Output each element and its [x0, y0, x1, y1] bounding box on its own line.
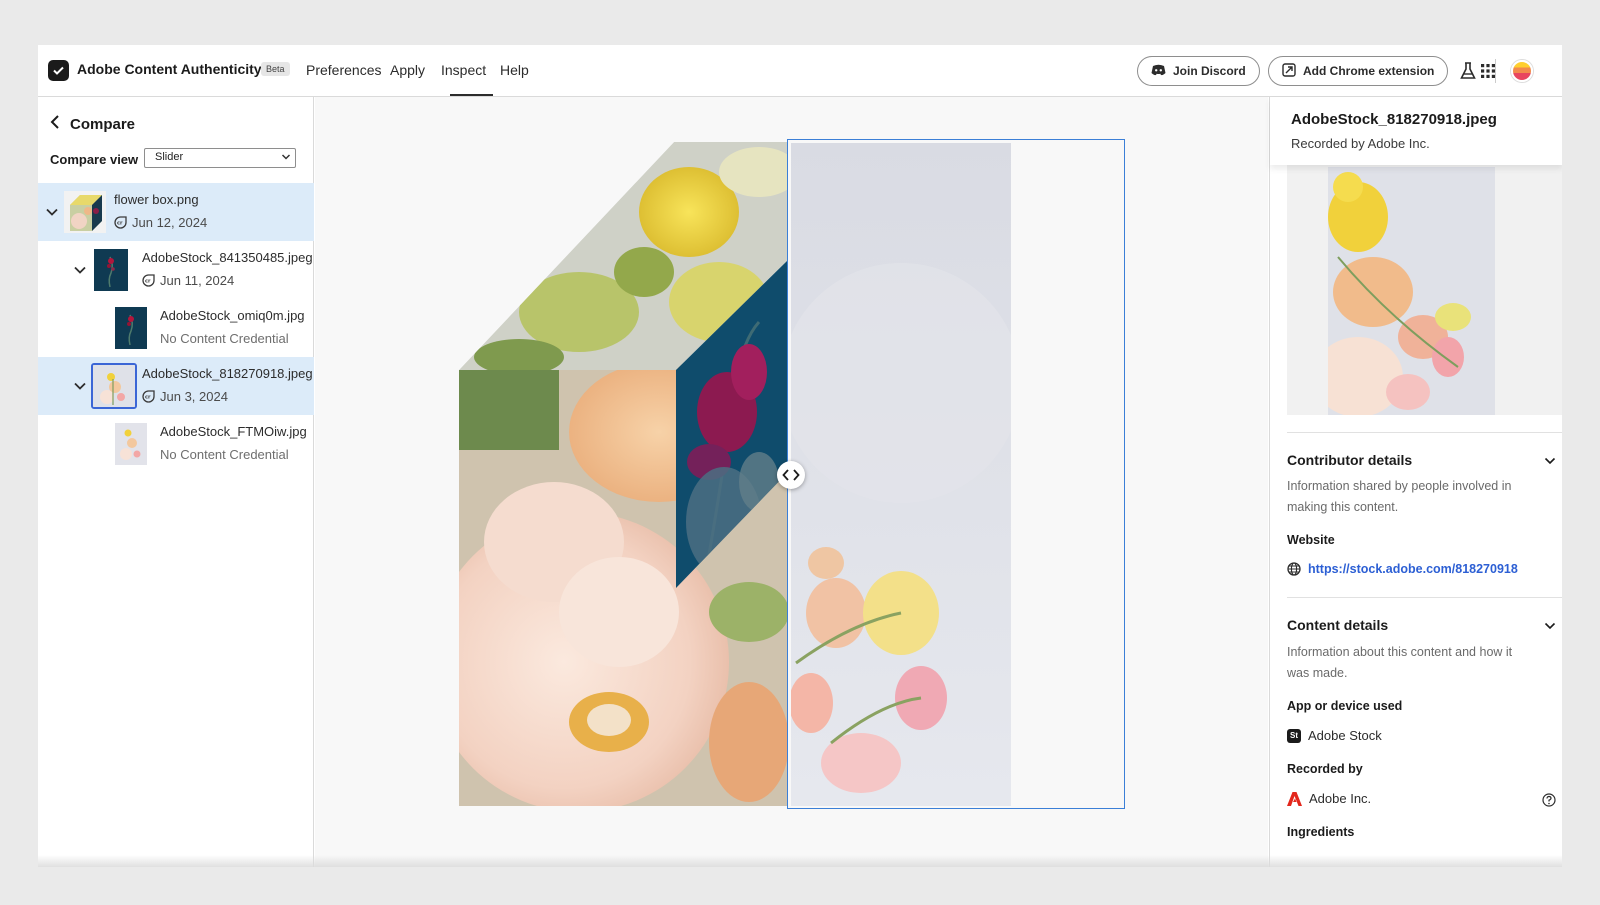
compare-heading: Compare [70, 115, 136, 133]
nav-preferences[interactable]: Preferences [306, 62, 381, 78]
chevron-down-icon[interactable] [1544, 455, 1556, 467]
chevron-down-icon[interactable] [45, 205, 59, 219]
section-divider [1287, 597, 1562, 598]
slider-handle[interactable] [777, 461, 805, 489]
nav-help[interactable]: Help [500, 62, 529, 78]
website-label: Website [1287, 533, 1335, 547]
content-credential-icon: cr [142, 390, 155, 403]
back-to-compare-button[interactable]: Compare [50, 115, 135, 133]
section-divider [1287, 432, 1562, 433]
chevron-down-icon[interactable] [73, 263, 87, 277]
content-details-heading[interactable]: Content details [1287, 617, 1388, 633]
content-credential-icon: cr [142, 274, 155, 287]
recorded-by-label: Recorded by [1287, 762, 1363, 776]
website-link[interactable]: https://stock.adobe.com/818270918 [1308, 562, 1518, 576]
tree-item-date: Jun 11, 2024 [160, 273, 235, 288]
tree-item-status: No Content Credential [160, 331, 289, 346]
nav-apply[interactable]: Apply [390, 62, 425, 78]
adobe-stock-icon: St [1287, 728, 1301, 743]
compare-view-select[interactable]: Slider [144, 148, 296, 168]
tree-item-name: AdobeStock_FTMOiw.jpg [160, 424, 307, 439]
compare-canvas [315, 97, 1268, 867]
details-file-title: AdobeStock_818270918.jpeg [1291, 111, 1497, 128]
svg-text:cr: cr [145, 395, 151, 401]
app-device-label: App or device used [1287, 699, 1403, 713]
details-preview-image [1328, 167, 1495, 415]
ingredients-label: Ingredients [1287, 825, 1355, 839]
user-avatar[interactable] [1511, 60, 1533, 82]
tree-item-adobestock-841350485[interactable]: AdobeStock_841350485.jpeg cr Jun 11, 202… [38, 241, 314, 299]
add-chrome-extension-label: Add Chrome extension [1303, 64, 1435, 78]
nav-active-indicator [450, 94, 493, 96]
tree-item-status: No Content Credential [160, 447, 289, 462]
tree-item-name: flower box.png [114, 192, 199, 207]
svg-text:cr: cr [117, 221, 123, 227]
adobestock-818270918-thumbnail [91, 363, 137, 409]
app-window: Adobe Content Authenticity Beta Preferen… [38, 45, 1562, 867]
tree-item-name: AdobeStock_omiq0m.jpg [160, 308, 305, 323]
recorded-by-value: Adobe Inc. [1309, 791, 1372, 806]
top-header: Adobe Content Authenticity Beta Preferen… [38, 45, 1562, 97]
tree-item-name: AdobeStock_841350485.jpeg [142, 250, 313, 265]
app-logo-icon[interactable] [48, 60, 69, 81]
labs-flask-icon[interactable] [1457, 60, 1479, 82]
content-credential-icon: cr [114, 216, 127, 229]
chevron-down-icon[interactable] [1544, 620, 1556, 632]
beta-badge: Beta [261, 62, 290, 76]
chevron-down-icon[interactable] [73, 379, 87, 393]
add-chrome-extension-button[interactable]: Add Chrome extension [1268, 56, 1449, 86]
tree-item-adobestock-ftmoiw[interactable]: AdobeStock_FTMOiw.jpg No Content Credent… [38, 415, 314, 473]
tree-item-date: Jun 12, 2024 [132, 215, 208, 230]
details-header: AdobeStock_818270918.jpeg Recorded by Ad… [1270, 97, 1562, 165]
adobe-logo-icon [1287, 791, 1302, 806]
globe-icon [1287, 562, 1301, 576]
chevron-down-icon [281, 152, 291, 165]
tree-item-name: AdobeStock_818270918.jpeg [142, 366, 313, 381]
details-recorded-by: Recorded by Adobe Inc. [1291, 136, 1430, 151]
flower-box-image [459, 142, 788, 806]
discord-icon [1151, 64, 1166, 79]
bottom-fade [38, 855, 1562, 867]
tree-item-subline: cr Jun 11, 2024 [142, 273, 234, 288]
compare-view-label: Compare view [50, 152, 139, 167]
website-row: https://stock.adobe.com/818270918 [1287, 562, 1518, 576]
tree-item-adobestock-omiq0m[interactable]: AdobeStock_omiq0m.jpg No Content Credent… [38, 299, 314, 357]
contributor-details-heading[interactable]: Contributor details [1287, 452, 1412, 468]
join-discord-button[interactable]: Join Discord [1137, 56, 1260, 86]
tree-item-flower-box[interactable]: flower box.png cr Jun 12, 2024 [38, 183, 314, 241]
tree-item-subline: cr Jun 3, 2024 [142, 389, 228, 404]
flower-box-thumbnail [64, 191, 106, 233]
chevron-left-icon [50, 115, 60, 133]
nav-inspect[interactable]: Inspect [441, 62, 486, 78]
tree-item-date: Jun 3, 2024 [160, 389, 228, 404]
compare-view-value: Slider [155, 151, 184, 163]
apps-grid-icon[interactable] [1477, 60, 1499, 82]
adobestock-ftmoiw-thumbnail [115, 423, 147, 465]
tree-item-subline: cr Jun 12, 2024 [114, 215, 207, 230]
details-panel: AdobeStock_818270918.jpeg Recorded by Ad… [1269, 97, 1562, 867]
app-title[interactable]: Adobe Content Authenticity [77, 61, 262, 77]
tree-item-adobestock-818270918[interactable]: AdobeStock_818270918.jpeg cr Jun 3, 2024 [38, 357, 314, 415]
contributor-description: Information shared by people involved in… [1287, 479, 1512, 514]
join-discord-label: Join Discord [1173, 64, 1246, 78]
chevrons-left-right-icon [782, 469, 800, 481]
compare-sidebar: Compare Compare view Slider flower box.p… [38, 97, 314, 867]
app-device-value: Adobe Stock [1308, 728, 1382, 743]
adobestock-841350485-thumbnail [94, 249, 128, 291]
adobestock-omiq0m-thumbnail [115, 307, 147, 349]
content-description: Information about this content and how i… [1287, 645, 1513, 680]
recorded-by-row: Adobe Inc. [1287, 791, 1371, 806]
help-circle-icon[interactable] [1542, 793, 1556, 807]
app-device-row: St Adobe Stock [1287, 728, 1382, 743]
adobestock-818270918-image [791, 143, 1011, 806]
svg-text:cr: cr [145, 279, 151, 285]
extension-icon [1282, 62, 1296, 80]
